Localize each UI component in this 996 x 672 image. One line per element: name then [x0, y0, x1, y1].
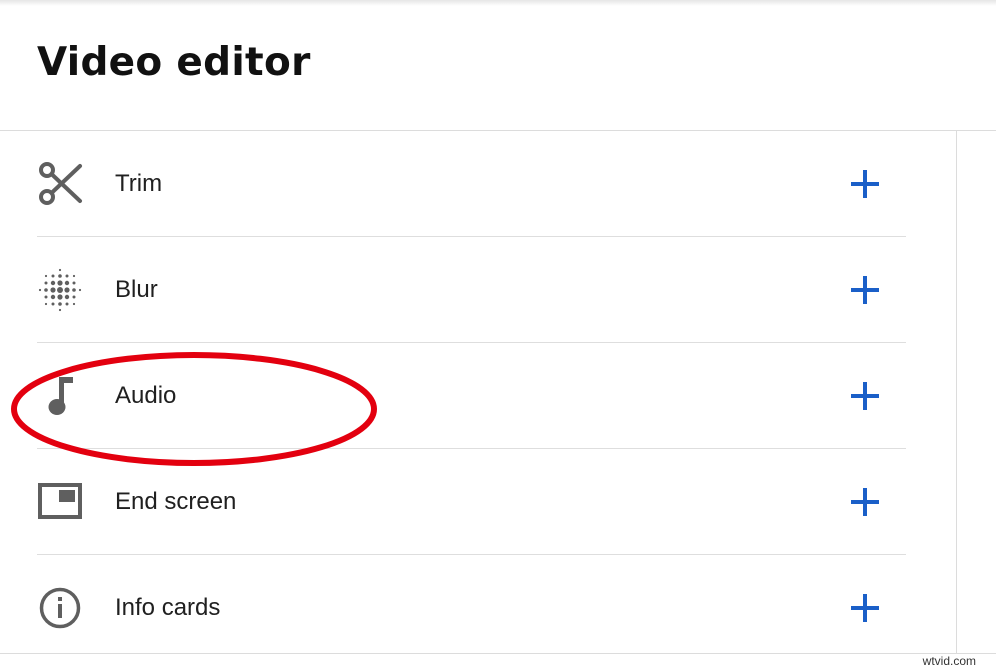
editor-tools-list: Trim Blur Audio End screen Info cards [37, 131, 906, 661]
end-screen-icon [37, 479, 83, 525]
tool-label-trim: Trim [115, 169, 163, 197]
add-info-cards-button[interactable] [845, 588, 885, 628]
add-end-screen-button[interactable] [845, 482, 885, 522]
plus-icon [851, 381, 879, 410]
plus-icon [851, 169, 879, 198]
bottom-divider [0, 653, 996, 654]
add-audio-button[interactable] [845, 376, 885, 416]
tool-row-audio[interactable]: Audio [37, 343, 906, 449]
add-blur-button[interactable] [845, 270, 885, 310]
info-icon [37, 585, 83, 631]
tool-row-trim[interactable]: Trim [37, 131, 906, 237]
editor-header: Video editor [0, 0, 996, 131]
scissors-icon [37, 161, 83, 207]
add-trim-button[interactable] [845, 164, 885, 204]
tool-row-blur[interactable]: Blur [37, 237, 906, 343]
scrollbar-track[interactable] [956, 131, 996, 653]
music-note-icon [37, 373, 83, 419]
tool-label-audio: Audio [115, 381, 177, 409]
page-title: Video editor [37, 40, 311, 85]
blur-icon [37, 267, 83, 313]
tool-label-blur: Blur [115, 275, 158, 303]
tool-label-end-screen: End screen [115, 487, 237, 515]
plus-icon [851, 275, 879, 304]
tool-label-info-cards: Info cards [115, 594, 221, 621]
plus-icon [851, 487, 879, 516]
tool-row-info-cards[interactable]: Info cards [37, 555, 906, 661]
plus-icon [851, 594, 879, 622]
tool-row-end-screen[interactable]: End screen [37, 449, 906, 555]
watermark: wtvid.com [922, 654, 976, 668]
